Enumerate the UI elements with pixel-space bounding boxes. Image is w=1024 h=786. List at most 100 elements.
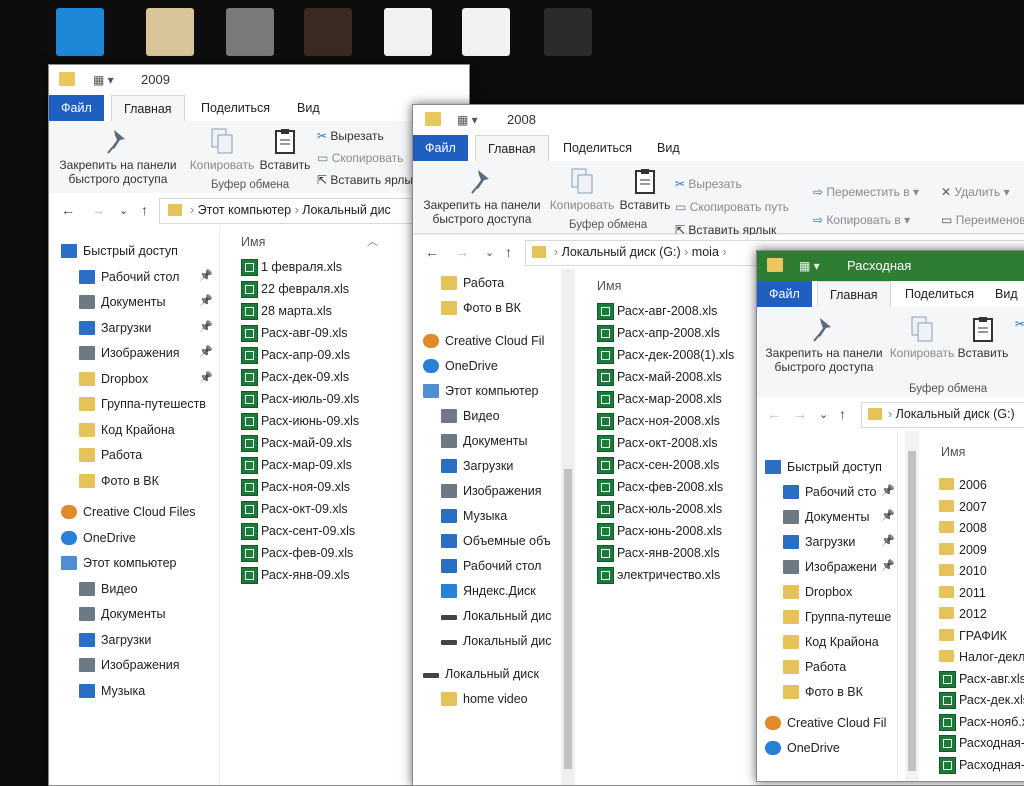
list-item[interactable]: Расходная-2 bbox=[937, 733, 1024, 754]
forward-arrow-icon[interactable]: → bbox=[455, 244, 469, 260]
column-header-name[interactable]: Имя bbox=[241, 235, 265, 249]
recent-locations-chevron-icon[interactable]: ⌄ bbox=[119, 204, 128, 217]
nav-item[interactable]: home video bbox=[413, 689, 559, 711]
copy-path-button[interactable]: ▭ Скопировать путь bbox=[675, 200, 789, 214]
pin-icon[interactable]: 📌 bbox=[199, 320, 213, 333]
recent-locations-chevron-icon[interactable]: ⌄ bbox=[485, 246, 494, 259]
tab-share[interactable]: Поделиться bbox=[893, 281, 986, 307]
nav-item[interactable]: Объемные объ bbox=[413, 531, 559, 553]
list-item[interactable]: ГРАФИК bbox=[937, 626, 1024, 647]
cut-button[interactable]: ✂ bbox=[1015, 317, 1024, 331]
pin-icon[interactable]: 📌 bbox=[199, 269, 213, 282]
tab-home[interactable]: Главная bbox=[475, 135, 549, 162]
tab-share[interactable]: Поделиться bbox=[551, 135, 644, 161]
quick-access-toolbar-icon[interactable]: ▦ ▾ bbox=[799, 259, 820, 273]
tab-file[interactable]: Файл bbox=[413, 135, 468, 161]
nav-item[interactable]: Работа bbox=[413, 273, 559, 295]
nav-item[interactable]: Код Крайона bbox=[49, 420, 215, 442]
nav-item[interactable]: Этот компьютер bbox=[413, 381, 559, 403]
list-item[interactable]: Расх-дек.xls bbox=[937, 690, 1024, 711]
copy-button[interactable]: Копировать bbox=[547, 167, 617, 212]
pin-to-quick-access-button[interactable]: Закрепить на панели быстрого доступа bbox=[419, 167, 545, 226]
tab-file[interactable]: Файл bbox=[49, 95, 104, 121]
nav-item[interactable]: Изображения bbox=[413, 481, 559, 503]
nav-item[interactable]: Рабочий стол bbox=[413, 556, 559, 578]
up-arrow-icon[interactable]: ↑ bbox=[505, 244, 512, 260]
paste-button[interactable]: Вставить bbox=[955, 315, 1011, 360]
copy-path-button[interactable]: ▭ Скопировать bbox=[317, 151, 403, 165]
nav-item[interactable]: Видео bbox=[49, 579, 215, 601]
nav-item[interactable]: Dropbox bbox=[757, 582, 897, 604]
nav-item[interactable]: Документы bbox=[413, 431, 559, 453]
delete-button[interactable]: ✕ Удалить ▾ bbox=[941, 185, 1010, 199]
nav-item[interactable]: Creative Cloud Fil bbox=[757, 713, 897, 735]
nav-item[interactable]: Загрузки 📌 bbox=[49, 318, 215, 340]
word-document-icon[interactable] bbox=[462, 8, 510, 56]
breadcrumb-local-disk-g[interactable]: Локальный диск (G:) bbox=[896, 407, 1015, 421]
pin-icon[interactable]: 📌 bbox=[881, 559, 895, 572]
nav-item[interactable]: Документы 📌 bbox=[49, 292, 215, 314]
up-arrow-icon[interactable]: ↑ bbox=[839, 406, 846, 422]
move-to-button[interactable]: ⇨ Переместить в ▾ bbox=[813, 185, 919, 199]
nav-item[interactable]: Изображени 📌 bbox=[757, 557, 897, 579]
list-item[interactable]: Расх-нояб.xl bbox=[937, 712, 1024, 733]
nav-item[interactable]: Dropbox 📌 bbox=[49, 369, 215, 391]
rename-button[interactable]: ▭ Переименов bbox=[941, 213, 1024, 227]
list-item[interactable]: 2008 bbox=[937, 518, 1024, 539]
breadcrumb-moia[interactable]: moia bbox=[692, 245, 719, 259]
forward-arrow-icon[interactable]: → bbox=[793, 406, 807, 422]
scrollbar-thumb[interactable] bbox=[564, 469, 572, 769]
nav-item[interactable]: Загрузки 📌 bbox=[757, 532, 897, 554]
tab-home[interactable]: Главная bbox=[111, 95, 185, 122]
paste-button[interactable]: Вставить bbox=[617, 167, 673, 212]
list-item[interactable]: 2006 bbox=[937, 475, 1024, 496]
nav-item[interactable]: Загрузки bbox=[49, 630, 215, 652]
nav-item[interactable]: Документы bbox=[49, 604, 215, 626]
list-item[interactable]: 2010 bbox=[937, 561, 1024, 582]
nav-item[interactable]: Локальный диск bbox=[413, 664, 559, 686]
nav-item[interactable]: Фото в ВК bbox=[413, 298, 559, 320]
nav-item[interactable]: OneDrive bbox=[757, 738, 897, 760]
tab-view[interactable]: Вид bbox=[645, 135, 692, 161]
tab-file[interactable]: Файл bbox=[757, 281, 812, 307]
breadcrumb-local-disk-g[interactable]: Локальный диск (G:) bbox=[562, 245, 681, 259]
title-bar[interactable]: ▦ ▾ 2009 bbox=[49, 65, 469, 95]
forward-arrow-icon[interactable]: → bbox=[91, 202, 105, 218]
nav-item[interactable]: Видео bbox=[413, 406, 559, 428]
column-header-name[interactable]: Имя bbox=[941, 445, 965, 459]
nav-item[interactable]: Быстрый доступ bbox=[757, 457, 897, 479]
pin-icon[interactable]: 📌 bbox=[199, 345, 213, 358]
nav-item[interactable]: Загрузки bbox=[413, 456, 559, 478]
pin-to-quick-access-button[interactable]: Закрепить на панели быстрого доступа bbox=[761, 315, 887, 374]
copy-to-button[interactable]: ⇨ Копировать в ▾ bbox=[813, 213, 910, 227]
list-item[interactable]: Расх-авг.xls bbox=[937, 669, 1024, 690]
nav-item[interactable]: Фото в ВК bbox=[757, 682, 897, 704]
title-bar[interactable]: ▦ ▾ 2008 bbox=[413, 105, 1024, 135]
nav-item[interactable]: Рабочий стол 📌 bbox=[49, 267, 215, 289]
scrollbar-thumb[interactable] bbox=[908, 451, 916, 771]
nav-item[interactable]: Группа-путеше bbox=[757, 607, 897, 629]
list-item[interactable]: 2012 bbox=[937, 604, 1024, 625]
list-item[interactable]: 2011 bbox=[937, 583, 1024, 604]
recent-locations-chevron-icon[interactable]: ⌄ bbox=[819, 408, 828, 421]
nav-item[interactable]: Яндекс.Диск bbox=[413, 581, 559, 603]
nav-item[interactable]: Группа-путешеств bbox=[49, 394, 215, 416]
nav-item[interactable]: Локальный дис bbox=[413, 606, 559, 628]
nav-item[interactable]: OneDrive bbox=[49, 528, 215, 550]
pin-icon[interactable]: 📌 bbox=[199, 371, 213, 384]
pin-to-quick-access-button[interactable]: Закрепить на панели быстрого доступа bbox=[55, 127, 181, 186]
nav-item[interactable]: Рабочий сто 📌 bbox=[757, 482, 897, 504]
nav-item[interactable]: Фото в ВК bbox=[49, 471, 215, 493]
pin-icon[interactable]: 📌 bbox=[199, 294, 213, 307]
column-header-name[interactable]: Имя bbox=[597, 279, 621, 293]
quick-access-toolbar-icon[interactable]: ▦ ▾ bbox=[93, 73, 114, 87]
cut-button[interactable]: ✂ Вырезать bbox=[317, 129, 384, 143]
list-item[interactable]: 2007 bbox=[937, 497, 1024, 518]
title-bar[interactable]: ▦ ▾ Расходная bbox=[757, 251, 1024, 281]
back-arrow-icon[interactable]: ← bbox=[425, 244, 439, 260]
disc-app-icon[interactable] bbox=[146, 8, 194, 56]
pin-icon[interactable]: 📌 bbox=[881, 509, 895, 522]
windows-shield-shortcut-icon[interactable] bbox=[56, 8, 104, 56]
navigation-scrollbar[interactable] bbox=[561, 269, 575, 785]
back-arrow-icon[interactable]: ← bbox=[767, 406, 781, 422]
